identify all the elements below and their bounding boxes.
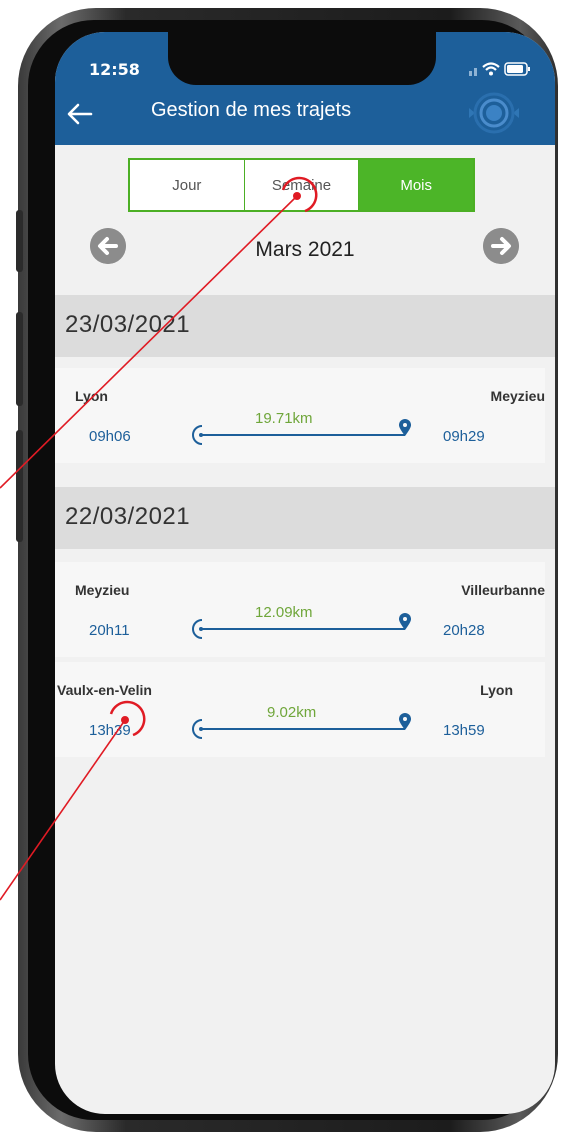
trip-end-time: 13h59 — [443, 722, 485, 739]
route-line — [192, 419, 411, 445]
volume-up-button — [16, 312, 23, 406]
battery-icon — [504, 62, 530, 76]
mute-switch — [16, 210, 23, 272]
wifi-icon — [482, 62, 500, 76]
tab-jour[interactable]: Jour — [130, 160, 245, 210]
trip-row[interactable]: Vaulx-en-Velin Lyon 9.02km 13h39 13h59 — [55, 662, 545, 757]
destination-pin-icon — [399, 713, 411, 730]
back-arrow-icon[interactable] — [65, 102, 95, 126]
phone-notch — [168, 32, 436, 85]
trip-origin: Meyzieu — [75, 582, 130, 598]
app-header: 12:58 Gestion de mes trajets — [55, 32, 555, 145]
day-header: 22/03/2021 — [55, 487, 555, 549]
status-icons — [469, 62, 530, 76]
trip-destination: Meyzieu — [490, 388, 545, 404]
day-date: 23/03/2021 — [65, 311, 191, 338]
destination-pin-icon — [399, 613, 411, 630]
destination-pin-icon — [399, 419, 411, 436]
tab-mois[interactable]: Mois — [359, 160, 474, 210]
trip-destination: Villeurbanne — [461, 582, 545, 598]
volume-down-button — [16, 430, 23, 542]
route-line — [192, 713, 411, 739]
trip-origin: Lyon — [75, 388, 108, 404]
trip-row[interactable]: Lyon Meyzieu 19.71km 09h06 09h29 — [55, 368, 545, 463]
route-line — [192, 613, 411, 639]
day-date: 22/03/2021 — [65, 503, 191, 530]
day-header: 23/03/2021 — [55, 295, 555, 357]
trip-destination: Lyon — [480, 682, 513, 698]
status-time: 12:58 — [89, 60, 140, 79]
tab-semaine[interactable]: Semaine — [245, 160, 360, 210]
month-label: Mars 2021 — [255, 238, 355, 261]
page-title: Gestion de mes trajets — [151, 99, 352, 121]
app-screen: 12:58 Gestion de mes trajets Jour Semain… — [55, 32, 555, 1114]
trip-row[interactable]: Meyzieu Villeurbanne 12.09km 20h11 20h28 — [55, 562, 545, 657]
trip-start-time: 09h06 — [89, 428, 131, 445]
signal-icon — [469, 68, 477, 76]
trip-start-time: 13h39 — [89, 722, 131, 739]
trip-end-time: 09h29 — [443, 428, 485, 445]
period-segmented-control: Jour Semaine Mois — [128, 158, 475, 212]
trip-start-time: 20h11 — [89, 622, 130, 639]
next-arrow-icon[interactable] — [483, 228, 519, 264]
trip-origin: Vaulx-en-Velin — [57, 682, 152, 698]
trip-end-time: 20h28 — [443, 622, 485, 639]
sonar-icon[interactable] — [453, 88, 535, 138]
